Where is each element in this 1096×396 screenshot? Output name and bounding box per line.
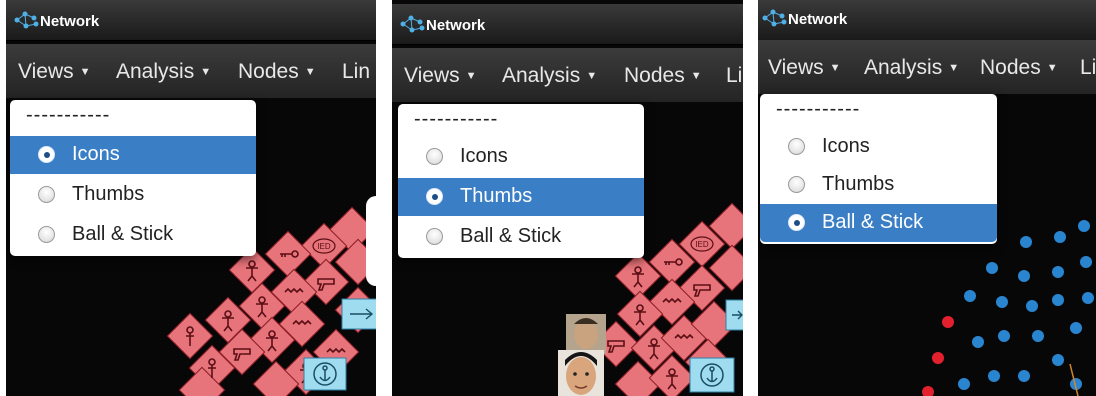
radio-icon[interactable] xyxy=(426,228,443,245)
ball-node-icon[interactable] xyxy=(988,370,1000,382)
menu-links[interactable]: Lin xyxy=(1080,56,1096,80)
caret-down-icon: ▼ xyxy=(79,66,91,78)
radio-icon[interactable] xyxy=(426,148,443,165)
cyan-node-wave[interactable] xyxy=(341,298,376,330)
option-ball-stick[interactable]: Ball & Stick xyxy=(398,218,644,256)
ball-node-icon[interactable] xyxy=(1018,370,1030,382)
ball-node-icon[interactable] xyxy=(932,352,944,364)
caret-down-icon: ▼ xyxy=(1046,62,1058,74)
menu-analysis[interactable]: Analysis ▼ xyxy=(502,64,597,88)
svg-text:IED: IED xyxy=(317,242,331,251)
cyan-node-anchor[interactable] xyxy=(303,357,347,391)
views-dropdown: ----------- Icons Thumbs Ball & Stick xyxy=(10,100,256,256)
option-ball-stick[interactable]: Ball & Stick xyxy=(10,216,256,254)
radio-icon[interactable] xyxy=(426,188,443,205)
dropdown-separator: ----------- xyxy=(26,104,111,126)
ball-node-icon[interactable] xyxy=(1070,322,1082,334)
cyan-node-wave[interactable] xyxy=(725,299,743,331)
cyan-node-anchor[interactable] xyxy=(689,357,735,393)
ball-node-icon[interactable] xyxy=(1018,270,1030,282)
menu-views[interactable]: Views ▼ xyxy=(768,56,841,80)
menu-nodes[interactable]: Nodes ▼ xyxy=(238,60,316,84)
menu-views[interactable]: Views ▼ xyxy=(18,60,91,84)
ball-node-icon[interactable] xyxy=(1082,292,1094,304)
title-bar: Network xyxy=(392,4,743,45)
radio-icon[interactable] xyxy=(38,186,55,203)
partial-white-node xyxy=(366,196,376,286)
option-thumbs[interactable]: Thumbs xyxy=(10,176,256,214)
app-title: Network xyxy=(426,17,486,34)
ball-node-icon[interactable] xyxy=(958,378,970,390)
option-thumbs[interactable]: Thumbs xyxy=(760,166,997,204)
caret-down-icon: ▼ xyxy=(465,70,477,82)
face-thumbnail-icon[interactable] xyxy=(558,350,604,396)
ball-node-icon[interactable] xyxy=(964,290,976,302)
views-dropdown: ----------- Icons Thumbs Ball & Stick xyxy=(760,94,997,244)
ball-node-icon[interactable] xyxy=(942,316,954,328)
menu-nodes[interactable]: Nodes ▼ xyxy=(980,56,1058,80)
radio-icon[interactable] xyxy=(788,138,805,155)
menu-nodes[interactable]: Nodes ▼ xyxy=(624,64,702,88)
caret-down-icon: ▼ xyxy=(200,66,212,78)
menu-views[interactable]: Views ▼ xyxy=(404,64,477,88)
app-title: Network xyxy=(788,11,848,28)
menu-links[interactable]: Lin xyxy=(342,60,370,84)
ball-node-icon[interactable] xyxy=(1052,266,1064,278)
ball-node-icon[interactable] xyxy=(998,330,1010,342)
network-logo-icon xyxy=(14,11,39,29)
dropdown-separator: ----------- xyxy=(776,98,861,120)
caret-down-icon: ▼ xyxy=(586,70,598,82)
network-logo-icon xyxy=(762,9,787,27)
ball-node-icon[interactable] xyxy=(1032,330,1044,342)
option-ball-stick[interactable]: Ball & Stick xyxy=(760,204,997,242)
ball-node-icon[interactable] xyxy=(1020,236,1032,248)
menu-links[interactable]: Lin xyxy=(726,64,743,88)
menu-analysis[interactable]: Analysis ▼ xyxy=(116,60,211,84)
ball-node-icon[interactable] xyxy=(1080,256,1092,268)
option-icons[interactable]: Icons xyxy=(398,138,644,176)
caret-down-icon: ▼ xyxy=(948,62,960,74)
menu-bar: Views▼ Analysis▼ Nodes▼ Lin xyxy=(758,40,1096,94)
menu-bar: Views▼ Analysis▼ Nodes▼ Lin xyxy=(392,48,743,102)
network-logo-icon xyxy=(400,15,425,33)
panel-ball-stick-view: Network Views▼ Analysis▼ Nodes▼ Lin ----… xyxy=(758,0,1096,396)
ball-node-icon[interactable] xyxy=(986,262,998,274)
ball-node-icon[interactable] xyxy=(1078,220,1090,232)
panel-thumbs-view: IED Network Views ▼ Analysis ▼ Nodes ▼ L… xyxy=(392,0,743,396)
ball-node-icon[interactable] xyxy=(1054,231,1066,243)
radio-icon[interactable] xyxy=(788,176,805,193)
caret-down-icon: ▼ xyxy=(304,66,316,78)
option-icons[interactable]: Icons xyxy=(10,136,256,174)
ball-node-icon[interactable] xyxy=(922,386,934,396)
radio-icon[interactable] xyxy=(38,226,55,243)
menu-bar: Views▼ Analysis▼ Nodes▼ Lin xyxy=(6,44,376,98)
svg-text:IED: IED xyxy=(695,240,709,249)
ball-node-icon[interactable] xyxy=(972,336,984,348)
radio-icon[interactable] xyxy=(788,214,805,231)
ball-node-icon[interactable] xyxy=(996,296,1008,308)
title-bar: Network xyxy=(758,0,1096,41)
option-thumbs[interactable]: Thumbs xyxy=(398,178,644,216)
face-thumbnail-icon[interactable] xyxy=(566,314,606,354)
option-icons[interactable]: Icons xyxy=(760,128,997,166)
dropdown-separator: ----------- xyxy=(414,108,499,130)
panel-icons-view: IED Network Views ▼ Analysis ▼ Nodes ▼ Lin … xyxy=(6,0,376,396)
radio-icon[interactable] xyxy=(38,146,55,163)
app-title: Network xyxy=(40,13,100,30)
title-bar: Network xyxy=(6,0,376,41)
ball-node-icon[interactable] xyxy=(1026,300,1038,312)
ball-node-icon[interactable] xyxy=(1052,294,1064,306)
ball-node-icon[interactable] xyxy=(1052,354,1064,366)
menu-analysis[interactable]: Analysis ▼ xyxy=(864,56,959,80)
caret-down-icon: ▼ xyxy=(829,62,841,74)
caret-down-icon: ▼ xyxy=(690,70,702,82)
views-dropdown: ----------- Icons Thumbs Ball & Stick xyxy=(398,104,644,258)
